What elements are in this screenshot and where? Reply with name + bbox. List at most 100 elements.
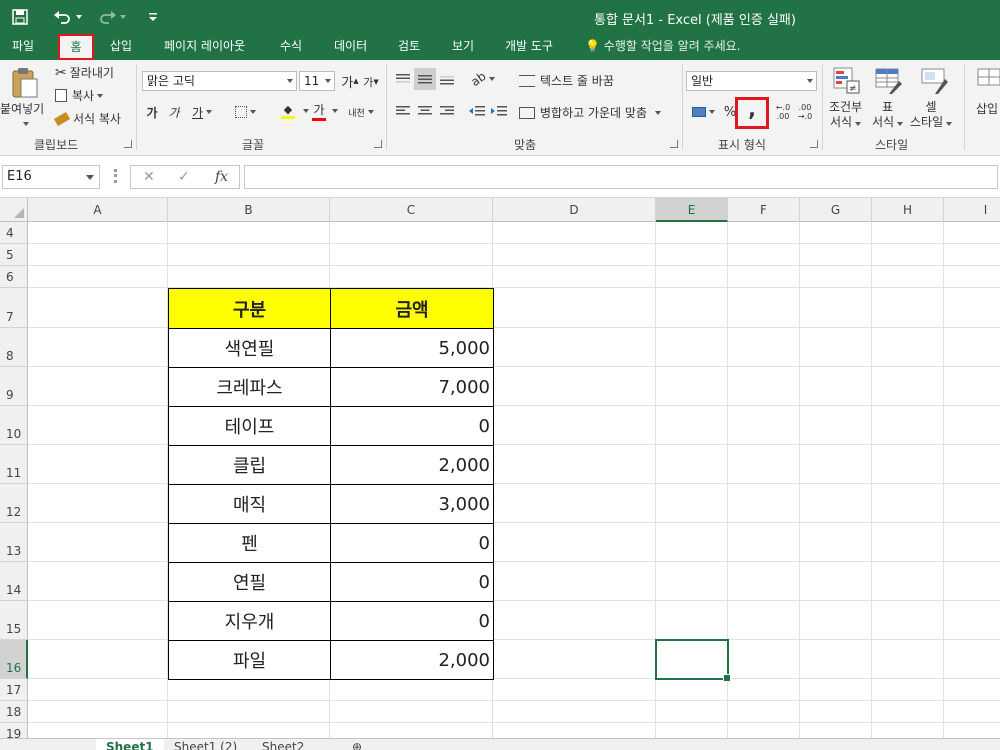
- shrink-font-button[interactable]: 가 ▼: [363, 74, 379, 90]
- align-center-icon[interactable]: [416, 102, 434, 120]
- align-left-icon[interactable]: [394, 102, 412, 120]
- increase-decimal-button[interactable]: ←.0 .00: [774, 102, 792, 122]
- sheet-tab-sheet1[interactable]: Sheet1: [96, 739, 164, 750]
- column-header-c[interactable]: C: [330, 198, 493, 222]
- font-name-combo[interactable]: 맑은 고딕: [142, 71, 297, 91]
- row-header-4[interactable]: 4: [0, 222, 28, 244]
- sheet-tab-sheet1-2[interactable]: Sheet1 (2): [164, 739, 247, 750]
- column-header-i[interactable]: I: [944, 198, 1000, 222]
- fill-color-dropdown-icon[interactable]: [300, 106, 309, 116]
- phonetic-button[interactable]: 내천: [345, 102, 377, 122]
- cell-styles-button[interactable]: 셀 스타일: [910, 100, 953, 130]
- tab-insert[interactable]: 삽입: [110, 34, 132, 60]
- column-header-d[interactable]: D: [493, 198, 656, 222]
- orientation-icon[interactable]: ab: [468, 69, 496, 89]
- table-cell-item[interactable]: 펜: [168, 523, 331, 563]
- table-cell-amount[interactable]: 3,000: [330, 484, 494, 524]
- copy-button[interactable]: 복사: [55, 87, 104, 104]
- row-header-5[interactable]: 5: [0, 244, 28, 266]
- paste-button[interactable]: 붙여넣기: [0, 100, 44, 117]
- row-header-16[interactable]: 16: [0, 640, 28, 679]
- row-header-11[interactable]: 11: [0, 445, 28, 484]
- name-box[interactable]: E16: [2, 165, 100, 189]
- font-color-dropdown-icon[interactable]: [329, 106, 338, 116]
- row-header-9[interactable]: 9: [0, 367, 28, 406]
- table-cell-item[interactable]: 클립: [168, 445, 331, 485]
- table-header-category[interactable]: 구분: [168, 288, 331, 329]
- select-all-button[interactable]: [0, 198, 28, 222]
- insert-cells-icon[interactable]: [976, 66, 1000, 96]
- number-format-combo[interactable]: 일반: [686, 71, 817, 91]
- tab-data[interactable]: 데이터: [334, 34, 367, 60]
- underline-button[interactable]: 가: [188, 103, 216, 121]
- conditional-formatting-icon[interactable]: ≠: [832, 66, 862, 96]
- customize-icon[interactable]: [146, 7, 160, 27]
- row-header-6[interactable]: 6: [0, 266, 28, 288]
- table-cell-item[interactable]: 연필: [168, 562, 331, 602]
- column-header-b[interactable]: B: [168, 198, 330, 222]
- save-icon[interactable]: [10, 7, 30, 27]
- accounting-format-button[interactable]: [688, 102, 718, 122]
- increase-indent-icon[interactable]: [490, 102, 508, 120]
- row-header-13[interactable]: 13: [0, 523, 28, 562]
- formula-input[interactable]: [244, 165, 998, 189]
- align-right-icon[interactable]: [438, 102, 456, 120]
- table-cell-item[interactable]: 테이프: [168, 406, 331, 446]
- paste-icon[interactable]: [8, 66, 42, 100]
- worksheet-grid[interactable]: A B C D E F G H I 4 5 6 7 8 9 10 11 12 13 14 15 16 17 18 19 구분 금액 색…: [0, 198, 1000, 738]
- insert-cells-button[interactable]: 삽입: [976, 100, 998, 117]
- redo-icon[interactable]: [96, 7, 126, 27]
- table-cell-amount[interactable]: 0: [330, 601, 494, 641]
- column-header-a[interactable]: A: [28, 198, 168, 222]
- row-header-12[interactable]: 12: [0, 484, 28, 523]
- table-cell-amount[interactable]: 5,000: [330, 328, 494, 368]
- clipboard-launcher-icon[interactable]: [124, 140, 132, 148]
- row-header-14[interactable]: 14: [0, 562, 28, 601]
- row-header-8[interactable]: 8: [0, 328, 28, 367]
- number-launcher-icon[interactable]: [810, 140, 818, 148]
- format-painter-button[interactable]: 서식 복사: [53, 110, 121, 127]
- row-header-18[interactable]: 18: [0, 701, 28, 723]
- wrap-text-button[interactable]: 텍스트 줄 바꿈: [519, 72, 614, 89]
- row-header-10[interactable]: 10: [0, 406, 28, 445]
- row-header-15[interactable]: 15: [0, 601, 28, 640]
- tab-page-layout[interactable]: 페이지 레이아웃: [164, 34, 245, 60]
- table-cell-amount[interactable]: 7,000: [330, 367, 494, 407]
- column-header-g[interactable]: G: [800, 198, 872, 222]
- align-bottom-icon[interactable]: [438, 70, 456, 88]
- table-cell-amount[interactable]: 2,000: [330, 640, 494, 680]
- table-cell-item[interactable]: 파일: [168, 640, 331, 680]
- enter-icon[interactable]: ✓: [178, 169, 190, 185]
- font-launcher-icon[interactable]: [374, 140, 382, 148]
- table-cell-amount[interactable]: 0: [330, 406, 494, 446]
- decrease-decimal-button[interactable]: .00 →.0: [796, 102, 814, 122]
- table-cell-amount[interactable]: 2,000: [330, 445, 494, 485]
- font-color-button[interactable]: 가: [310, 100, 328, 122]
- tab-formulas[interactable]: 수식: [280, 34, 302, 60]
- font-size-combo[interactable]: 11: [299, 71, 335, 91]
- row-header-17[interactable]: 17: [0, 679, 28, 701]
- column-header-f[interactable]: F: [728, 198, 800, 222]
- tab-review[interactable]: 검토: [398, 34, 420, 60]
- table-header-amount[interactable]: 금액: [330, 288, 494, 329]
- cut-button[interactable]: ✂ 잘라내기: [55, 64, 114, 81]
- column-header-e[interactable]: E: [656, 198, 728, 222]
- table-cell-item[interactable]: 크레파스: [168, 367, 331, 407]
- cell-styles-icon[interactable]: [920, 66, 950, 96]
- tab-view[interactable]: 보기: [452, 34, 474, 60]
- align-top-icon[interactable]: [394, 70, 412, 88]
- row-header-19[interactable]: 19: [0, 723, 28, 738]
- active-cell[interactable]: [655, 639, 731, 682]
- add-sheet-icon[interactable]: ⊕: [342, 739, 372, 750]
- italic-button[interactable]: 가: [166, 103, 182, 121]
- row-header-7[interactable]: 7: [0, 288, 28, 328]
- borders-button[interactable]: [230, 103, 260, 121]
- grow-font-button[interactable]: 가 ▲: [341, 72, 359, 91]
- bold-button[interactable]: 가: [144, 103, 160, 121]
- tab-developer[interactable]: 개발 도구: [505, 34, 553, 60]
- table-cell-amount[interactable]: 0: [330, 562, 494, 602]
- format-as-table-icon[interactable]: [874, 66, 904, 96]
- table-cell-amount[interactable]: 0: [330, 523, 494, 563]
- format-as-table-button[interactable]: 표 서식: [872, 100, 904, 130]
- merge-center-button[interactable]: 병합하고 가운데 맞춤: [519, 104, 661, 121]
